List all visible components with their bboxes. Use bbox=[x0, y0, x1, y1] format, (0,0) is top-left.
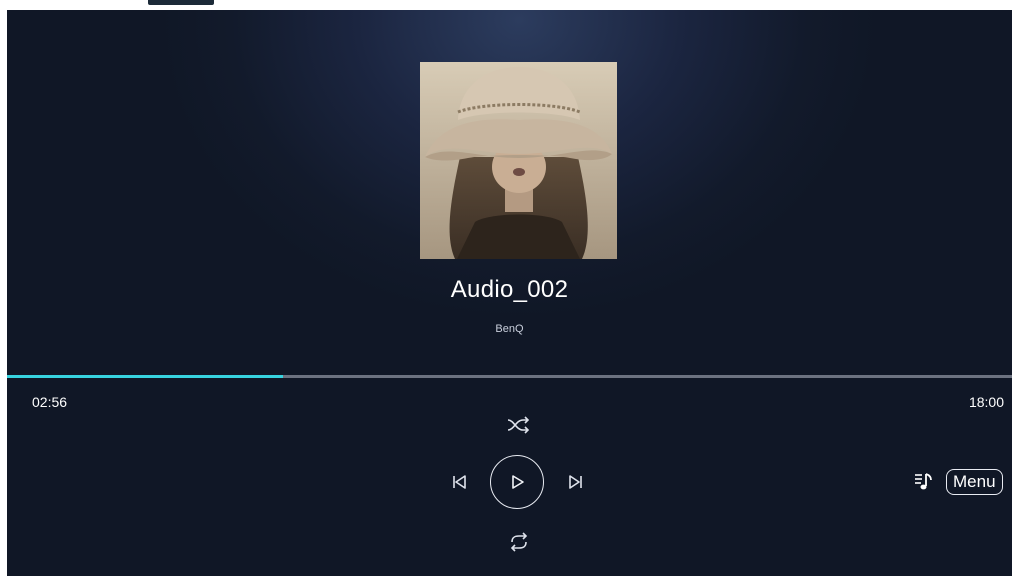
repeat-icon bbox=[510, 532, 528, 552]
play-icon bbox=[512, 475, 524, 489]
cover-illustration bbox=[420, 62, 617, 259]
window-top-strip bbox=[0, 0, 1012, 10]
previous-track-button[interactable] bbox=[447, 470, 471, 494]
menu-button[interactable]: Menu bbox=[946, 469, 1003, 495]
next-track-button[interactable] bbox=[564, 470, 588, 494]
play-button[interactable] bbox=[490, 455, 544, 509]
album-cover-art bbox=[420, 62, 617, 259]
music-player-screen: Audio_002 BenQ 02:56 18:00 Menu bbox=[7, 10, 1012, 576]
playlist-button[interactable] bbox=[912, 469, 936, 495]
total-duration: 18:00 bbox=[968, 394, 1004, 410]
track-title: Audio_002 bbox=[450, 276, 569, 303]
skip-next-icon bbox=[569, 475, 582, 489]
track-artist: BenQ bbox=[495, 323, 524, 335]
skip-previous-icon bbox=[453, 475, 466, 489]
progress-bar-fill bbox=[7, 375, 284, 378]
window-thumbnail bbox=[148, 0, 214, 5]
shuffle-button[interactable] bbox=[503, 411, 535, 439]
playlist-music-icon bbox=[915, 473, 932, 490]
shuffle-icon bbox=[507, 416, 530, 434]
progress-bar[interactable] bbox=[7, 375, 1012, 378]
repeat-button[interactable] bbox=[504, 528, 534, 556]
elapsed-time: 02:56 bbox=[32, 394, 68, 410]
